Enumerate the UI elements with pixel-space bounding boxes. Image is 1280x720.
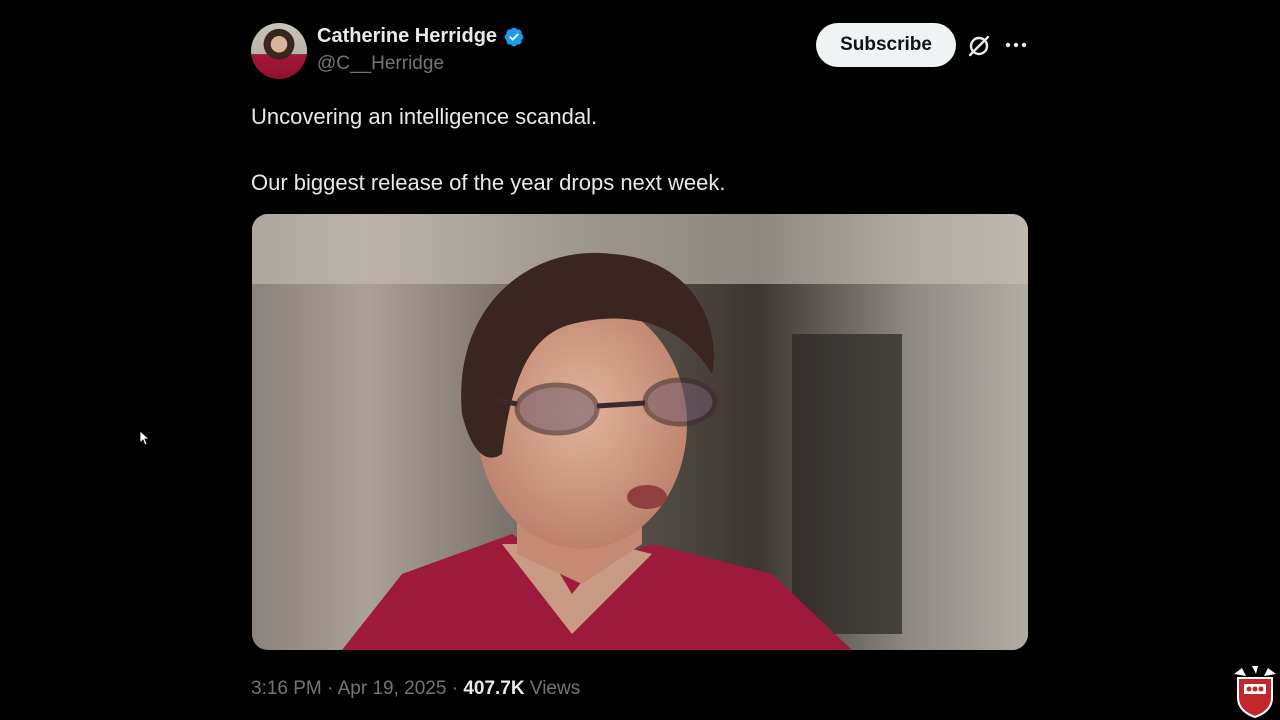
subscribe-button[interactable]: Subscribe — [816, 23, 956, 67]
tweet-date[interactable]: Apr 19, 2025 — [338, 678, 447, 699]
video-thumbnail[interactable] — [252, 214, 1028, 650]
tweet-text-line-1: Uncovering an intelligence scandal. — [251, 104, 598, 129]
verified-badge-icon — [504, 27, 524, 46]
video-frame-image — [252, 214, 1028, 650]
tweet-text: Uncovering an intelligence scandal. Our … — [251, 100, 1011, 199]
author-name-row: Catherine Herridge — [317, 25, 525, 48]
tweet: Catherine Herridge @C__Herridge Subscrib… — [251, 20, 1028, 720]
tweet-text-line-2: Our biggest release of the year drops ne… — [251, 170, 726, 195]
channel-crest-icon — [1234, 666, 1276, 718]
separator-dot: · — [451, 678, 464, 699]
display-name[interactable]: Catherine Herridge — [317, 25, 497, 48]
mouse-cursor-icon — [139, 430, 149, 446]
grok-icon[interactable] — [965, 32, 993, 60]
author-handle[interactable]: @C__Herridge — [317, 53, 444, 75]
more-options-icon[interactable] — [1003, 34, 1029, 56]
tweet-time[interactable]: 3:16 PM — [251, 678, 322, 699]
views-count: 407.7K — [463, 678, 525, 699]
separator-dot: · — [327, 678, 338, 699]
views-label: Views — [529, 678, 581, 699]
avatar[interactable] — [251, 23, 307, 79]
tweet-meta: 3:16 PM · Apr 19, 2025 · 407.7K Views — [251, 678, 580, 700]
